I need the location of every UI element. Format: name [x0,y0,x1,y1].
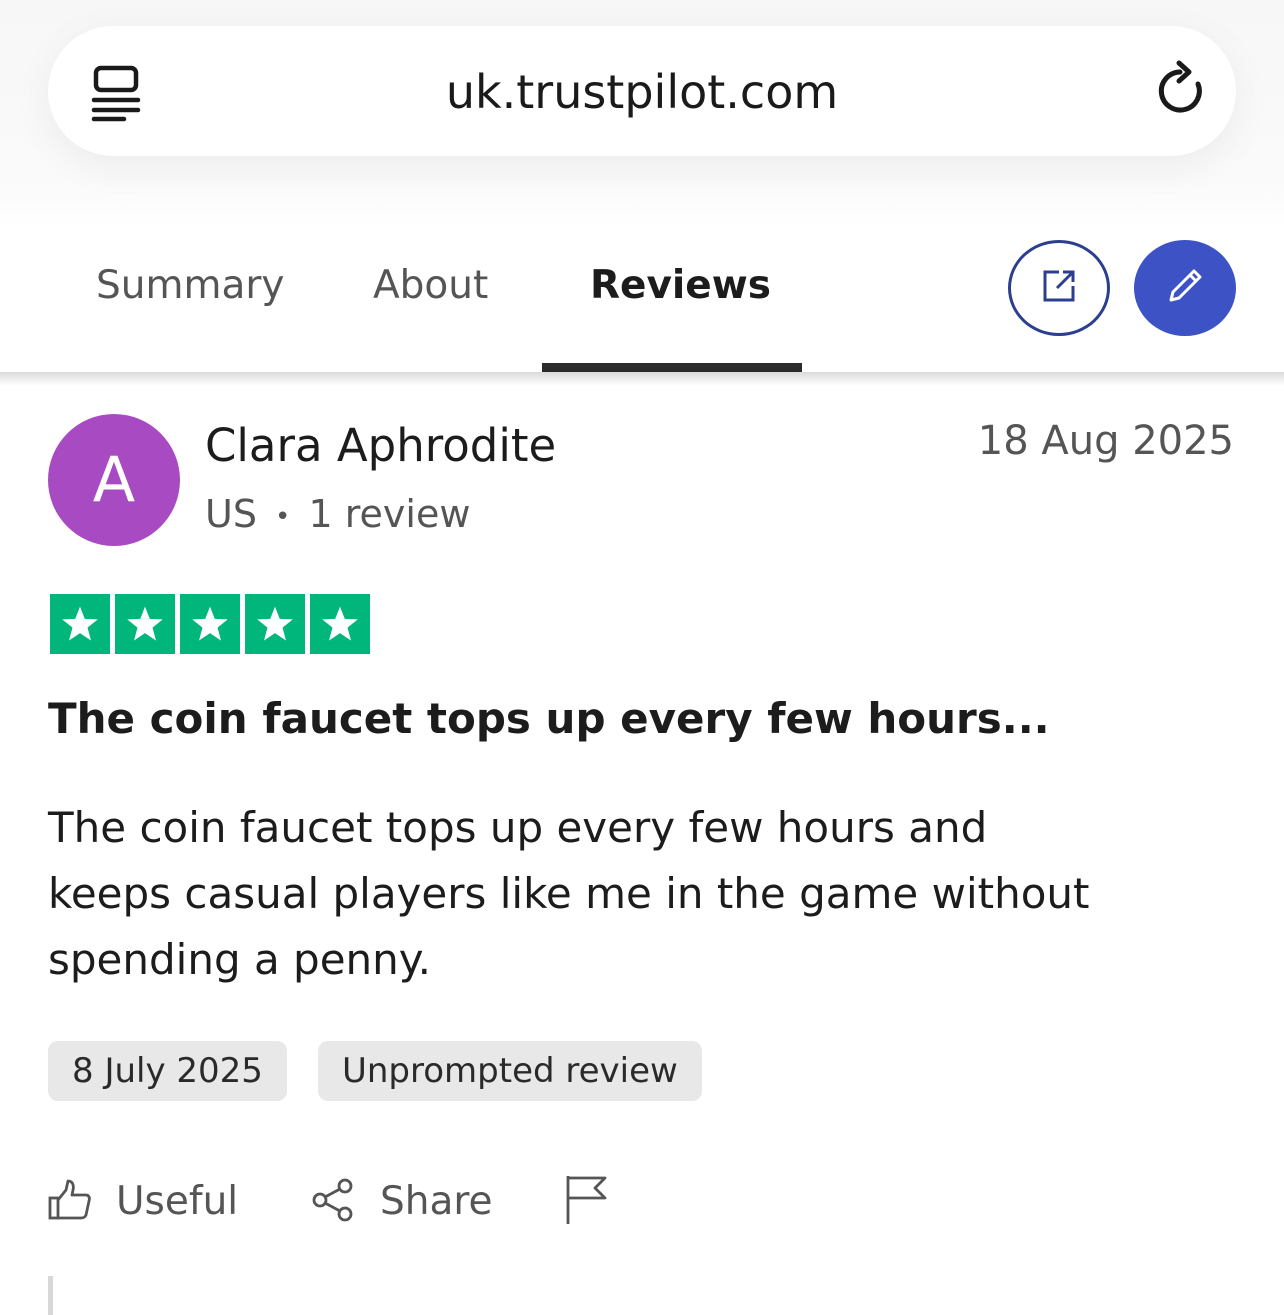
star-rating [50,594,370,654]
review-body-line: spending a penny. [48,935,432,984]
tab-about[interactable]: About [373,260,488,312]
review-date: 18 Aug 2025 [977,418,1234,464]
visit-website-button[interactable] [1008,240,1110,336]
reviewer-review-count: 1 review [308,492,471,536]
share-label: Share [380,1179,493,1224]
review-body-line: The coin faucet tops up every few hours … [48,803,988,852]
tab-summary[interactable]: Summary [96,260,284,312]
reviewer-name[interactable]: Clara Aphrodite [205,418,556,474]
review-body-line: keeps casual players like me in the game… [48,869,1090,918]
write-review-button[interactable] [1134,240,1236,336]
header-shadow [0,372,1284,386]
next-review-divider [48,1276,53,1315]
useful-button[interactable]: Useful [48,1174,238,1230]
report-button[interactable] [563,1174,609,1230]
share-button[interactable]: Share [310,1174,493,1230]
meta-separator: • [275,501,291,532]
review-body: The coin faucet tops up every few hours … [48,795,1228,993]
pencil-icon [1163,264,1207,312]
reviewer-meta: US • 1 review [205,490,470,541]
star-icon [50,594,110,654]
experience-date-badge: 8 July 2025 [48,1041,287,1101]
active-tab-indicator [542,363,802,372]
share-icon [310,1177,356,1227]
external-link-icon [1039,266,1079,310]
star-icon [245,594,305,654]
avatar[interactable]: A [48,414,180,546]
tab-reviews[interactable]: Reviews [590,260,771,312]
thumbs-up-icon [48,1178,92,1226]
url-text[interactable]: uk.trustpilot.com [0,60,1284,124]
star-icon [115,594,175,654]
reload-icon[interactable] [1154,60,1210,120]
star-icon [310,594,370,654]
review-title[interactable]: The coin faucet tops up every few hours.… [48,692,1050,746]
flag-icon [563,1174,609,1230]
useful-label: Useful [116,1179,239,1224]
reviewer-country: US [205,492,257,536]
review-type-badge[interactable]: Unprompted review [318,1041,702,1101]
star-icon [180,594,240,654]
